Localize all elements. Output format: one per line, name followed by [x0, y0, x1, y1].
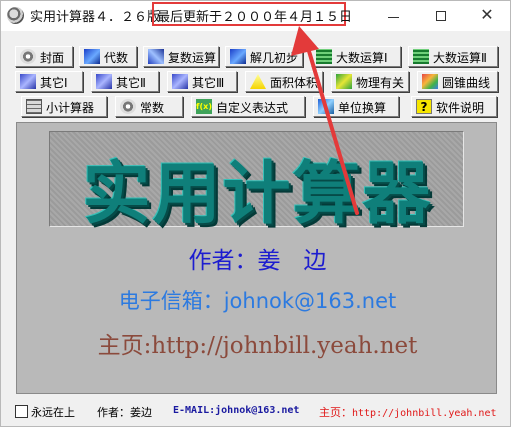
tab-cover-label: 封面	[40, 51, 65, 65]
update-notice-highlight: 最后更新于２０００年４月１５日	[152, 2, 352, 26]
author-text: 作者：姜 边	[188, 248, 327, 274]
app-window: 实用计算器４．２６版 最后更新于２０００年４月１５日 ✕ 封面 代数 复数运算 …	[0, 0, 511, 427]
tab-other-1-label: 其它Ⅰ	[40, 76, 68, 90]
tab-constants[interactable]: 常数	[115, 96, 183, 117]
tab-physics-label: 物理有关	[356, 76, 405, 90]
fx-icon: f(x)	[196, 99, 212, 114]
tab-algebra[interactable]: 代数	[79, 46, 137, 67]
triangle-icon	[250, 74, 266, 89]
tab-bignum-1-label: 大数运算Ⅰ	[336, 51, 388, 65]
disc-icon	[120, 99, 136, 114]
homepage-text: 主页:http://johnbill.yeah.net	[97, 333, 418, 359]
close-icon: ✕	[480, 5, 494, 24]
tab-about[interactable]: ? 软件说明	[411, 96, 497, 117]
tab-bignum-1[interactable]: 大数运算Ⅰ	[311, 46, 401, 67]
title-bar[interactable]: 实用计算器４．２６版 最后更新于２０００年４月１５日 ✕	[1, 1, 510, 31]
help-icon: ?	[416, 99, 432, 114]
analytic-geometry-icon	[230, 49, 246, 64]
tab-unit-conversion-label: 单位换算	[338, 101, 387, 115]
tab-other-3[interactable]: 其它Ⅲ	[167, 71, 237, 92]
cover-panel: 实用计算器 作者：姜 边 电子信箱：johnok@163.net 主页:http…	[16, 122, 497, 394]
tab-analytic-geometry[interactable]: 解几初步	[225, 46, 303, 67]
tab-area-volume-label: 面积体积	[270, 76, 319, 90]
tab-custom-expression[interactable]: f(x) 自定义表达式	[191, 96, 305, 117]
tab-complex[interactable]: 复数运算	[143, 46, 219, 67]
algebra-icon	[84, 49, 100, 64]
window-title: 实用计算器４．２６版	[30, 10, 161, 25]
tab-area-volume[interactable]: 面积体积	[245, 71, 323, 92]
conic-icon	[422, 74, 438, 89]
status-email: E-MAIL:johnok@163.net	[173, 405, 300, 416]
tab-conic-label: 圆锥曲线	[442, 76, 491, 90]
bignum-icon	[413, 49, 429, 64]
status-author: 作者：姜边	[97, 406, 152, 419]
logo-box: 实用计算器	[49, 131, 464, 234]
complex-icon	[148, 49, 164, 64]
maximize-icon	[436, 11, 446, 21]
status-home-url[interactable]: http://johnbill.yeah.net	[352, 408, 497, 419]
tab-other-3-label: 其它Ⅲ	[192, 76, 225, 90]
physics-icon	[336, 74, 352, 89]
tab-complex-label: 复数运算	[168, 51, 217, 65]
tab-cover[interactable]: 封面	[15, 46, 73, 67]
close-button[interactable]: ✕	[464, 1, 510, 31]
app-logo: 实用计算器	[82, 155, 433, 234]
tab-conic[interactable]: 圆锥曲线	[417, 71, 498, 92]
app-disc-icon[interactable]	[7, 7, 24, 24]
status-homepage: 主页：http://johnbill.yeah.net	[319, 404, 497, 420]
tab-constants-label: 常数	[140, 101, 165, 115]
status-home-label: 主页：	[319, 406, 352, 419]
tab-bignum-2[interactable]: 大数运算Ⅱ	[408, 46, 498, 67]
other-icon	[20, 74, 36, 89]
minimize-button[interactable]	[371, 1, 417, 31]
tab-unit-conversion[interactable]: 单位换算	[313, 96, 399, 117]
tab-other-2[interactable]: 其它Ⅱ	[91, 71, 159, 92]
email-text: 电子信箱：johnok@163.net	[118, 289, 397, 313]
update-notice: 最后更新于２０００年４月１５日	[157, 10, 353, 25]
tab-other-1[interactable]: 其它Ⅰ	[15, 71, 83, 92]
always-on-top-label[interactable]: 永远在上	[31, 404, 75, 420]
status-bar: 永远在上 作者：姜边 E-MAIL:johnok@163.net 主页：http…	[1, 399, 510, 426]
calculator-icon	[26, 99, 42, 114]
maximize-button[interactable]	[419, 1, 465, 31]
tab-mini-calculator[interactable]: 小计算器	[21, 96, 107, 117]
other-icon	[172, 74, 188, 89]
bignum-icon	[316, 49, 332, 64]
unit-icon	[318, 99, 334, 114]
other-icon	[96, 74, 112, 89]
always-on-top-checkbox[interactable]	[15, 405, 28, 418]
tab-about-label: 软件说明	[436, 101, 485, 115]
tab-analytic-geometry-label: 解几初步	[250, 51, 299, 65]
tab-custom-expression-label: 自定义表达式	[216, 101, 289, 115]
tab-bignum-2-label: 大数运算Ⅱ	[433, 51, 487, 65]
minimize-icon	[388, 17, 399, 18]
tab-physics[interactable]: 物理有关	[331, 71, 409, 92]
tab-algebra-label: 代数	[104, 51, 129, 65]
tab-other-2-label: 其它Ⅱ	[116, 76, 146, 90]
tab-mini-calculator-label: 小计算器	[46, 101, 95, 115]
disc-icon	[20, 49, 36, 64]
